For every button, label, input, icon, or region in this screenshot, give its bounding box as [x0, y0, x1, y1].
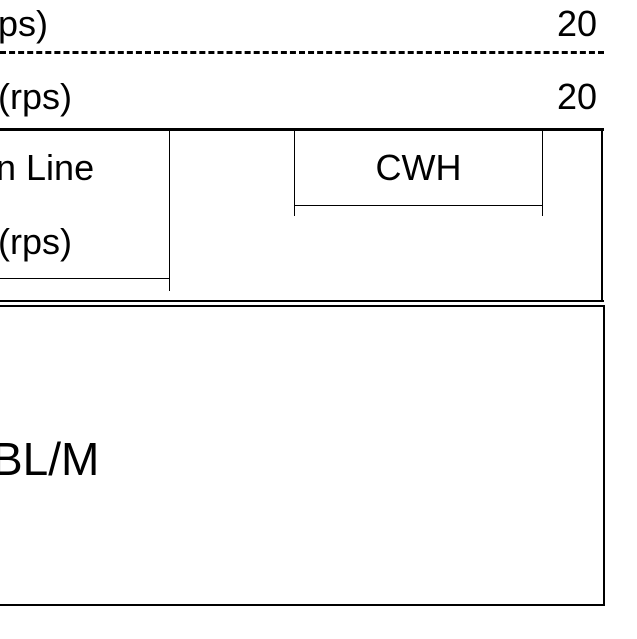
panel-separator-top [0, 300, 604, 302]
cwh-label: CWH [375, 147, 462, 188]
line-label: n Line [0, 147, 95, 188]
row-label-speed: ps) [0, 3, 49, 44]
cwh-tick-right [542, 205, 543, 216]
dashed-divider [0, 51, 604, 54]
line-box-tick [169, 279, 170, 291]
lower-panel-label: BL/M [0, 433, 100, 485]
row-value-speed: 20 [556, 3, 597, 44]
line-unit-label: (rps) [0, 221, 72, 262]
row-label-rps: (rps) [0, 76, 72, 117]
cwh-tick-left [294, 205, 295, 216]
row-value-rps: 20 [556, 76, 597, 117]
